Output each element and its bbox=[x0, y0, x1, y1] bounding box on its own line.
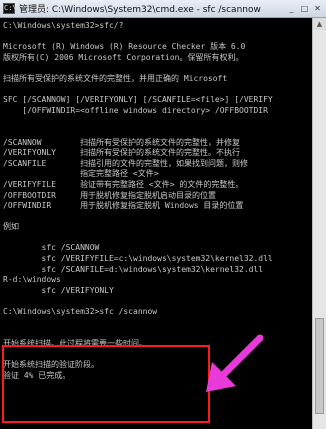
window-title: 管理员: C:\Windows\System32\cmd.exe - sfc /… bbox=[19, 5, 261, 15]
console-line: C:\Windows\system32>sfc /scannow bbox=[3, 307, 158, 317]
window-controls: _ □ ✕ bbox=[285, 2, 324, 16]
console-line: sfc /SCANNOW bbox=[3, 243, 100, 253]
console-line: 例如 bbox=[3, 222, 19, 232]
scroll-up-icon[interactable]: ▲ bbox=[313, 18, 326, 30]
console-line: C:\Windows\system32>sfc/? bbox=[3, 21, 124, 30]
console-line: /SCANFILE 扫描引用的文件的完整性，如果找到问题，则修 bbox=[3, 158, 249, 168]
console-line: 指定完整路径 <文件> bbox=[3, 169, 159, 179]
console-line: 扫描所有受保护的系统文件的完整性，并用正确的 Microsoft bbox=[3, 73, 228, 83]
console-line: Microsoft (R) Windows (R) Resource Check… bbox=[3, 42, 246, 52]
highlight-box bbox=[2, 345, 210, 423]
console-line: /SCANNOW 扫描所有受保护的系统文件的完整性，并修复 bbox=[3, 137, 241, 147]
console-line: 版权所有(C) 2006 Microsoft Corporation。保留所有权… bbox=[3, 52, 244, 62]
annotation-arrow-icon bbox=[206, 334, 264, 392]
cmd-icon: C:\ bbox=[3, 3, 17, 14]
console-line: /VERIFYFILE 验证带有完整路径 <文件> 的文件的完整性。 bbox=[3, 179, 244, 189]
console-line: sfc /SCANFILE=d:\windows\system32\kernel… bbox=[3, 264, 264, 274]
console-line: [/OFFWINDIR=<offline windows directory> … bbox=[3, 105, 268, 115]
vertical-scrollbar[interactable]: ▲ bbox=[312, 18, 326, 429]
console-line: sfc /VERIFYONLY bbox=[3, 285, 114, 295]
console-line: /OFFWINDIR 用于脱机修复指定脱机 Windows 目录的位置 bbox=[3, 201, 244, 211]
scroll-thumb[interactable] bbox=[315, 318, 324, 414]
minimize-button[interactable]: _ bbox=[285, 2, 298, 15]
console-line: R-d:\windows bbox=[3, 275, 61, 285]
window-titlebar[interactable]: C:\ 管理员: C:\Windows\System32\cmd.exe - s… bbox=[0, 0, 326, 18]
console-line: /VERIFYONLY 扫描所有受保护的系统文件的完整性。不执行 bbox=[3, 148, 241, 158]
console-line: /OFFBOOTDIR 用于脱机修复指定脱机启动目录的位置 bbox=[3, 190, 217, 200]
console-line: SFC [/SCANNOW] [/VERIFYONLY] [/SCANFILE=… bbox=[3, 95, 273, 105]
maximize-button[interactable]: □ bbox=[298, 2, 311, 15]
close-button[interactable]: ✕ bbox=[311, 2, 324, 15]
console-line: sfc /VERIFYFILE=c:\windows\system32\kern… bbox=[3, 254, 273, 264]
